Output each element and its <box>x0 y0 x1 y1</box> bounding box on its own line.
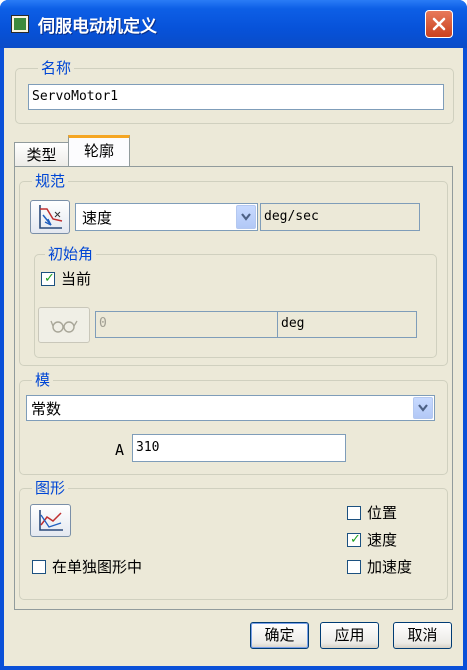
check-icon: ✓ <box>350 532 361 547</box>
name-group: 名称 ServoMotor1 <box>15 59 454 124</box>
close-button[interactable] <box>425 10 453 38</box>
spec-select-value: 速度 <box>82 209 113 227</box>
spec-group-title: 规范 <box>32 172 69 190</box>
glasses-icon <box>50 320 78 333</box>
ok-button[interactable]: 确定 <box>250 622 309 649</box>
graph-plot-icon <box>39 510 63 531</box>
current-label: 当前 <box>61 270 92 288</box>
mode-select-value: 常数 <box>31 400 62 418</box>
spec-select[interactable]: 速度 <box>75 203 258 231</box>
cancel-button[interactable]: 取消 <box>393 622 452 649</box>
measure-button[interactable] <box>38 307 90 343</box>
mode-group-title: 模 <box>32 371 54 389</box>
tab-page-profile: 规范 速度 deg/sec 初始角 ✓ 当前 0 deg 模 常数 A 310 … <box>14 166 453 610</box>
acceleration-label: 加速度 <box>367 558 413 576</box>
initial-angle-group: 初始角 ✓ 当前 0 deg <box>34 245 437 358</box>
chevron-down-icon <box>418 404 428 412</box>
name-group-title: 名称 <box>38 59 75 77</box>
initial-angle-unit: deg <box>277 311 417 338</box>
dialog-window: 伺服电动机定义 名称 ServoMotor1 类型 轮廓 规范 速度 deg/s… <box>0 0 467 670</box>
initial-angle-value: 0 <box>95 311 278 338</box>
separate-graph-label: 在单独图形中 <box>52 558 143 576</box>
profile-curve-icon <box>39 205 63 229</box>
mode-group: 模 常数 A 310 <box>19 371 448 475</box>
acceleration-checkbox[interactable] <box>347 560 361 574</box>
plot-graph-button[interactable] <box>30 504 71 537</box>
tab-type[interactable]: 类型 <box>14 142 69 167</box>
spec-graph-button[interactable] <box>30 200 70 234</box>
spec-group: 规范 速度 deg/sec 初始角 ✓ 当前 0 deg <box>19 172 448 366</box>
graph-group: 图形 在单独图形中 位置 ✓ 速度 加速度 <box>19 479 448 600</box>
tab-profile[interactable]: 轮廓 <box>68 135 130 167</box>
apply-button[interactable]: 应用 <box>320 622 379 649</box>
param-a-input[interactable]: 310 <box>132 434 346 462</box>
position-label: 位置 <box>367 504 398 522</box>
dialog-body: 名称 ServoMotor1 类型 轮廓 规范 速度 deg/sec 初始角 ✓… <box>4 48 463 666</box>
param-a-label: A <box>115 441 125 459</box>
spec-dropdown-button[interactable] <box>236 205 256 229</box>
mode-dropdown-button[interactable] <box>413 397 433 419</box>
position-checkbox[interactable] <box>347 506 361 520</box>
window-title: 伺服电动机定义 <box>38 17 157 37</box>
graph-group-title: 图形 <box>32 479 69 497</box>
spec-unit: deg/sec <box>260 203 420 231</box>
separate-graph-checkbox[interactable] <box>32 560 46 574</box>
close-icon <box>432 17 446 31</box>
mode-select[interactable]: 常数 <box>26 395 435 421</box>
initial-angle-title: 初始角 <box>45 245 97 263</box>
title-bar[interactable]: 伺服电动机定义 <box>0 0 467 48</box>
chevron-down-icon <box>241 213 251 221</box>
app-icon <box>11 15 29 33</box>
current-checkbox[interactable]: ✓ <box>41 272 55 286</box>
velocity-label: 速度 <box>367 531 398 549</box>
name-input[interactable]: ServoMotor1 <box>28 84 444 110</box>
check-icon: ✓ <box>44 271 55 286</box>
velocity-checkbox[interactable]: ✓ <box>347 533 361 547</box>
